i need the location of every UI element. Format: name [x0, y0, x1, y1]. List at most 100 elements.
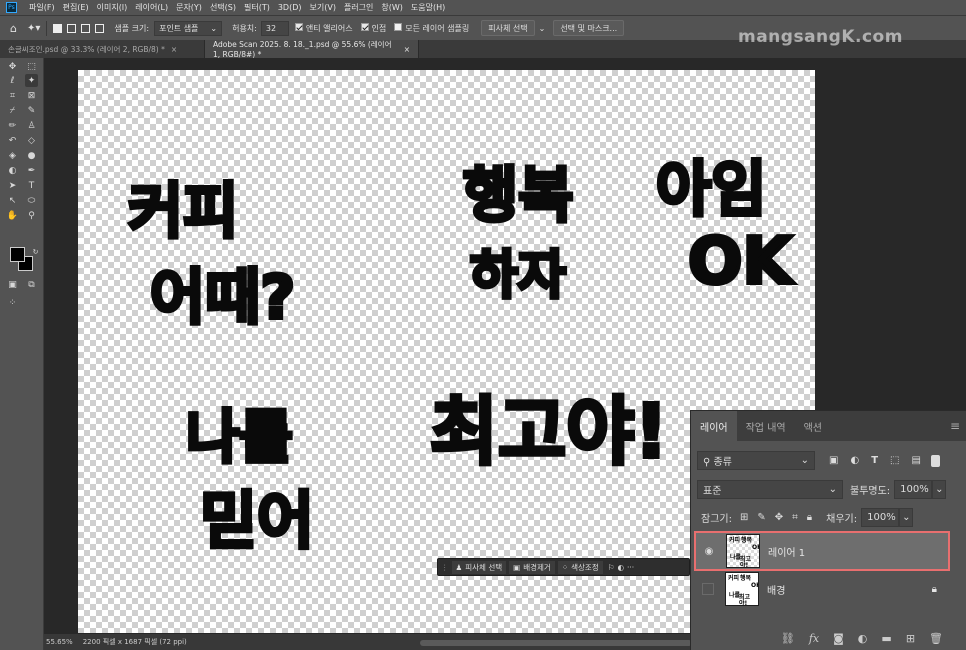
- intersect-selection-icon[interactable]: [95, 23, 105, 33]
- lock-paint-icon[interactable]: ✎: [757, 512, 765, 523]
- zoom-tool-icon[interactable]: ⚲: [25, 209, 38, 222]
- chevron-down-icon[interactable]: ⌄: [539, 24, 546, 33]
- direct-select-icon[interactable]: ↖: [6, 194, 19, 207]
- lasso-tool-icon[interactable]: ℓ: [6, 74, 19, 87]
- ellipse-tool-icon[interactable]: ⬭: [25, 194, 38, 207]
- crop-tool-icon[interactable]: ⌗: [6, 89, 19, 102]
- lock-position-icon[interactable]: ✥: [775, 512, 783, 523]
- layer-name[interactable]: 레이어 1: [768, 544, 805, 559]
- add-mask-icon[interactable]: ◙: [833, 632, 844, 645]
- opacity-input[interactable]: 100%: [894, 480, 933, 499]
- tab-history[interactable]: 작업 내역: [737, 411, 795, 441]
- type-tool-icon[interactable]: T: [25, 179, 38, 192]
- link-layers-icon[interactable]: ⛓: [781, 632, 795, 645]
- new-selection-icon[interactable]: [53, 23, 63, 33]
- healing-brush-icon[interactable]: ✎: [25, 104, 38, 117]
- frame-tool-icon[interactable]: ⊠: [25, 89, 38, 102]
- filter-pixel-icon[interactable]: ▣: [829, 455, 838, 466]
- menu-view[interactable]: 보기(V): [310, 2, 336, 13]
- lock-transparent-icon[interactable]: ⊞: [740, 512, 748, 523]
- contiguous-checkbox[interactable]: 인접: [360, 22, 386, 34]
- clone-stamp-icon[interactable]: ♙: [25, 119, 38, 132]
- filter-smart-object-icon[interactable]: ▤: [911, 455, 920, 466]
- lock-icon[interactable]: 🔒︎: [932, 584, 937, 595]
- filter-type-icon[interactable]: T: [871, 455, 878, 466]
- ctx-select-subject-button[interactable]: ♟ 피사체 선택: [451, 560, 507, 574]
- magic-wand-tool-icon[interactable]: ✦▾: [27, 23, 40, 34]
- visibility-toggle[interactable]: [702, 583, 714, 595]
- marquee-tool-icon[interactable]: ⬚: [25, 60, 38, 73]
- lock-all-icon[interactable]: 🔒︎: [807, 512, 812, 523]
- pen-tool-icon[interactable]: ✒: [25, 164, 38, 177]
- menu-help[interactable]: 도움말(H): [411, 2, 445, 13]
- adjustment-icon[interactable]: ◐: [617, 563, 624, 572]
- fill-input[interactable]: 100%: [861, 508, 900, 527]
- delete-layer-icon[interactable]: 🗑︎: [929, 632, 943, 645]
- subtract-selection-icon[interactable]: [81, 23, 91, 33]
- brush-tool-icon[interactable]: ✏: [6, 119, 19, 132]
- filter-shape-icon[interactable]: ⬚: [890, 455, 899, 466]
- add-selection-icon[interactable]: [67, 23, 77, 33]
- tolerance-input[interactable]: 32: [260, 20, 289, 36]
- paint-bucket-icon[interactable]: ◈: [6, 149, 19, 162]
- menu-edit[interactable]: 편집(E): [63, 2, 89, 13]
- magic-wand-tool-icon[interactable]: ✦: [25, 74, 38, 87]
- antialias-checkbox[interactable]: 앤티 앨리어스: [294, 22, 353, 34]
- quick-mask-icon[interactable]: ▣: [6, 278, 19, 291]
- eye-icon[interactable]: ◉: [700, 542, 718, 560]
- lock-artboard-icon[interactable]: ⌗: [792, 512, 798, 523]
- filter-adjustment-icon[interactable]: ◐: [850, 455, 859, 466]
- fill-dropdown[interactable]: ⌄: [899, 508, 914, 527]
- path-select-icon[interactable]: ➤: [6, 179, 19, 192]
- adjustment-layer-icon[interactable]: ◐: [858, 632, 868, 645]
- menu-image[interactable]: 이미지(I): [97, 2, 128, 13]
- menu-layer[interactable]: 레이어(L): [135, 2, 168, 13]
- layer-filter-select[interactable]: ⚲ 종류 ⌄: [697, 451, 815, 470]
- zoom-level[interactable]: 55.65%: [46, 638, 73, 646]
- layer-row-background[interactable]: 커피 행복 OK 나를 최고야! 배경 🔒︎: [695, 569, 949, 609]
- new-layer-icon[interactable]: ⊞: [906, 632, 915, 645]
- drag-handle-icon[interactable]: ⋮: [441, 563, 449, 572]
- history-brush-icon[interactable]: ↶: [6, 134, 19, 147]
- menu-plugins[interactable]: 플러그인: [344, 2, 373, 13]
- menu-window[interactable]: 창(W): [381, 2, 403, 13]
- menu-3d[interactable]: 3D(D): [278, 3, 302, 12]
- horizontal-scrollbar[interactable]: [420, 640, 692, 646]
- menu-file[interactable]: 파일(F): [29, 2, 55, 13]
- flag-icon[interactable]: ⚐: [608, 563, 615, 572]
- close-icon[interactable]: ×: [404, 45, 410, 54]
- menu-filter[interactable]: 필터(T): [244, 2, 270, 13]
- hand-tool-icon[interactable]: ✋: [6, 209, 19, 222]
- panel-menu-icon[interactable]: ≡: [941, 411, 966, 441]
- filter-toggle-icon[interactable]: [930, 454, 940, 467]
- menu-type[interactable]: 문자(Y): [176, 2, 202, 13]
- select-and-mask-button[interactable]: 선택 및 마스크...: [553, 20, 625, 36]
- swap-colors-icon[interactable]: ↻: [29, 245, 42, 258]
- layer-name[interactable]: 배경: [767, 582, 785, 597]
- layer-row-layer1[interactable]: ◉ 커피 행복 OK 나를 최고야! 레이어 1: [694, 531, 950, 571]
- dodge-tool-icon[interactable]: ◐: [6, 164, 19, 177]
- ctx-remove-background-button[interactable]: ▣ 배경제거: [509, 560, 555, 574]
- foreground-color-swatch[interactable]: [10, 247, 25, 262]
- screen-mode-icon[interactable]: ⧉: [25, 278, 38, 291]
- eyedropper-tool-icon[interactable]: ⌿: [6, 104, 19, 117]
- blur-tool-icon[interactable]: ●: [25, 149, 38, 162]
- home-icon[interactable]: ⌂: [10, 22, 17, 35]
- eraser-tool-icon[interactable]: ◇: [25, 134, 38, 147]
- close-icon[interactable]: ×: [171, 45, 177, 54]
- blend-mode-select[interactable]: 표준 ⌄: [697, 480, 843, 499]
- opacity-dropdown[interactable]: ⌄: [932, 480, 947, 499]
- all-layers-checkbox[interactable]: 모든 레이어 샘플링: [394, 22, 469, 34]
- more-options-icon[interactable]: ···: [627, 563, 634, 572]
- ctx-color-adjust-button[interactable]: ⁘ 색상조정: [557, 560, 603, 574]
- doc-tab-1[interactable]: 손글씨조인.psd @ 33.3% (레이어 2, RGB/8) * ×: [0, 40, 205, 58]
- doc-tab-2[interactable]: Adobe Scan 2025. 8. 18._1.psd @ 55.6% (레…: [205, 40, 419, 59]
- menu-select[interactable]: 선택(S): [210, 2, 236, 13]
- sample-size-select[interactable]: 포인트 샘플 ⌄: [154, 20, 223, 36]
- tab-actions[interactable]: 액션: [795, 411, 831, 441]
- edit-toolbar-icon[interactable]: ⁘: [6, 296, 19, 309]
- select-subject-button[interactable]: 피사체 선택: [481, 20, 535, 36]
- tab-layers[interactable]: 레이어: [691, 411, 737, 441]
- move-tool-icon[interactable]: ✥: [6, 60, 19, 73]
- layer-style-icon[interactable]: fx: [809, 632, 819, 645]
